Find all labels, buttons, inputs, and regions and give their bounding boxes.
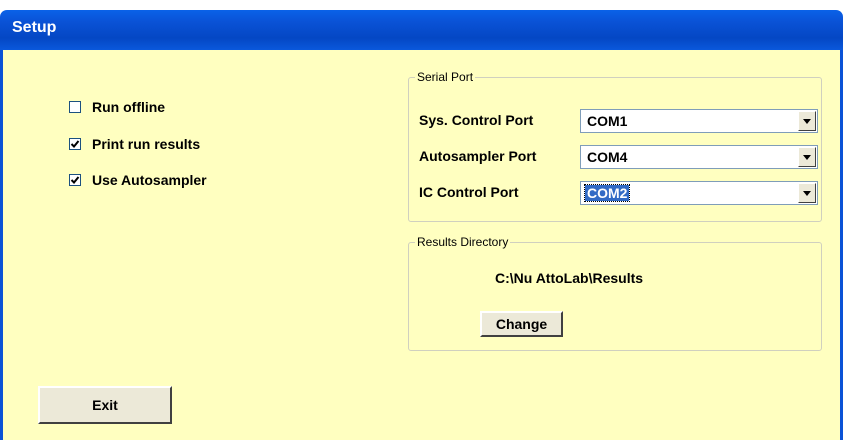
run-offline-option[interactable]: Run offline <box>69 97 165 117</box>
sys-control-port-label: Sys. Control Port <box>419 112 534 128</box>
sys-control-port-value: COM1 <box>587 113 628 129</box>
title-bar[interactable]: Setup <box>0 10 843 50</box>
use-autosampler-label: Use Autosampler <box>92 172 207 188</box>
run-offline-label: Run offline <box>92 99 166 115</box>
ic-control-port-select[interactable]: COM2 <box>580 181 818 205</box>
results-directory-legend: Results Directory <box>417 235 509 249</box>
checkmark-icon <box>70 140 80 148</box>
setup-window: Setup Run offline Print run results Use … <box>0 0 843 440</box>
exit-button[interactable]: Exit <box>38 386 172 424</box>
chevron-down-icon[interactable] <box>798 111 816 131</box>
ic-control-port-label: IC Control Port <box>419 184 519 200</box>
print-run-results-option[interactable]: Print run results <box>69 134 200 154</box>
chevron-down-icon[interactable] <box>798 147 816 167</box>
use-autosampler-checkbox[interactable] <box>69 174 81 186</box>
use-autosampler-option[interactable]: Use Autosampler <box>69 170 207 190</box>
print-run-results-label: Print run results <box>92 136 201 152</box>
setup-panel: Run offline Print run results Use Autosa… <box>0 50 843 440</box>
serial-port-group: Serial Port Sys. Control Port COM1 Autos… <box>408 70 822 222</box>
results-directory-path: C:\Nu AttoLab\Results <box>495 270 644 286</box>
autosampler-port-label: Autosampler Port <box>419 148 537 164</box>
checkmark-icon <box>70 176 80 184</box>
chevron-down-icon[interactable] <box>798 183 816 203</box>
autosampler-port-select[interactable]: COM4 <box>580 145 818 169</box>
serial-port-legend: Serial Port <box>417 70 474 84</box>
autosampler-port-value: COM4 <box>587 149 628 165</box>
ic-control-port-value: COM2 <box>583 184 631 202</box>
results-directory-group: Results Directory C:\Nu AttoLab\Results … <box>408 235 822 351</box>
print-run-results-checkbox[interactable] <box>69 138 81 150</box>
window-title: Setup <box>12 19 57 36</box>
change-button[interactable]: Change <box>480 311 563 337</box>
run-offline-checkbox[interactable] <box>69 101 81 113</box>
sys-control-port-select[interactable]: COM1 <box>580 109 818 133</box>
